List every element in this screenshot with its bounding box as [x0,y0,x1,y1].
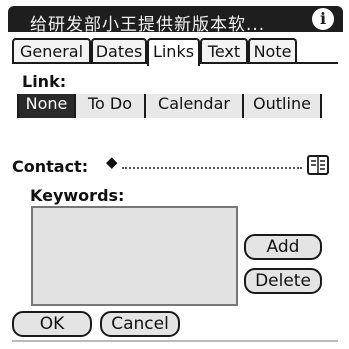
link-label: Link: [22,72,67,91]
keywords-list[interactable] [31,206,238,306]
link-option-todo[interactable]: To Do [76,94,146,118]
keywords-label: Keywords: [30,186,125,205]
diamond-icon[interactable]: ◆ [106,153,118,171]
bottom-divider [12,340,338,342]
link-option-outline[interactable]: Outline [244,94,320,118]
link-option-calendar[interactable]: Calendar [146,94,244,118]
contact-label: Contact: [12,157,89,176]
contact-field[interactable] [122,167,302,169]
tab-text[interactable]: Text [200,38,248,64]
tab-links[interactable]: Links [147,38,200,66]
delete-button[interactable]: Delete [244,268,322,294]
link-option-none[interactable]: None [19,94,76,118]
address-book-icon[interactable] [306,154,330,176]
ok-button[interactable]: OK [12,311,92,337]
tab-note[interactable]: Note [248,38,297,64]
tab-dates[interactable]: Dates [91,38,147,64]
window-title: 给研发部小王提供新版本软... [30,15,266,35]
info-icon[interactable]: i [312,8,334,30]
add-button[interactable]: Add [244,234,322,260]
cancel-button[interactable]: Cancel [100,311,180,337]
tab-general[interactable]: General [12,38,91,64]
